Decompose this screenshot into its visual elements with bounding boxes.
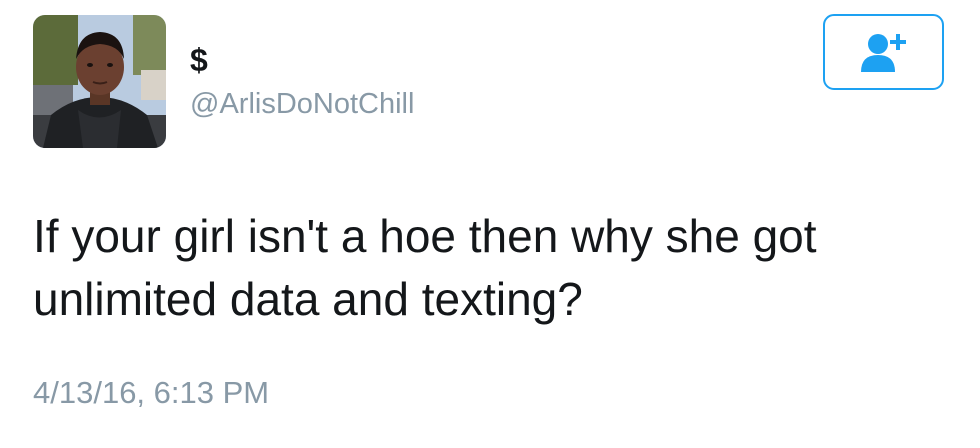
- avatar[interactable]: [33, 15, 166, 148]
- follow-button[interactable]: [823, 14, 944, 90]
- add-user-icon: [860, 34, 906, 72]
- avatar-image: [33, 15, 166, 148]
- tweet-card: $ @ArlisDoNotChill If your girl isn't a …: [0, 0, 980, 448]
- display-name[interactable]: $: [190, 40, 208, 80]
- user-handle[interactable]: @ArlisDoNotChill: [190, 86, 414, 122]
- tweet-text: If your girl isn't a hoe then why she go…: [33, 210, 817, 325]
- tweet-timestamp[interactable]: 4/13/16, 6:13 PM: [33, 373, 269, 413]
